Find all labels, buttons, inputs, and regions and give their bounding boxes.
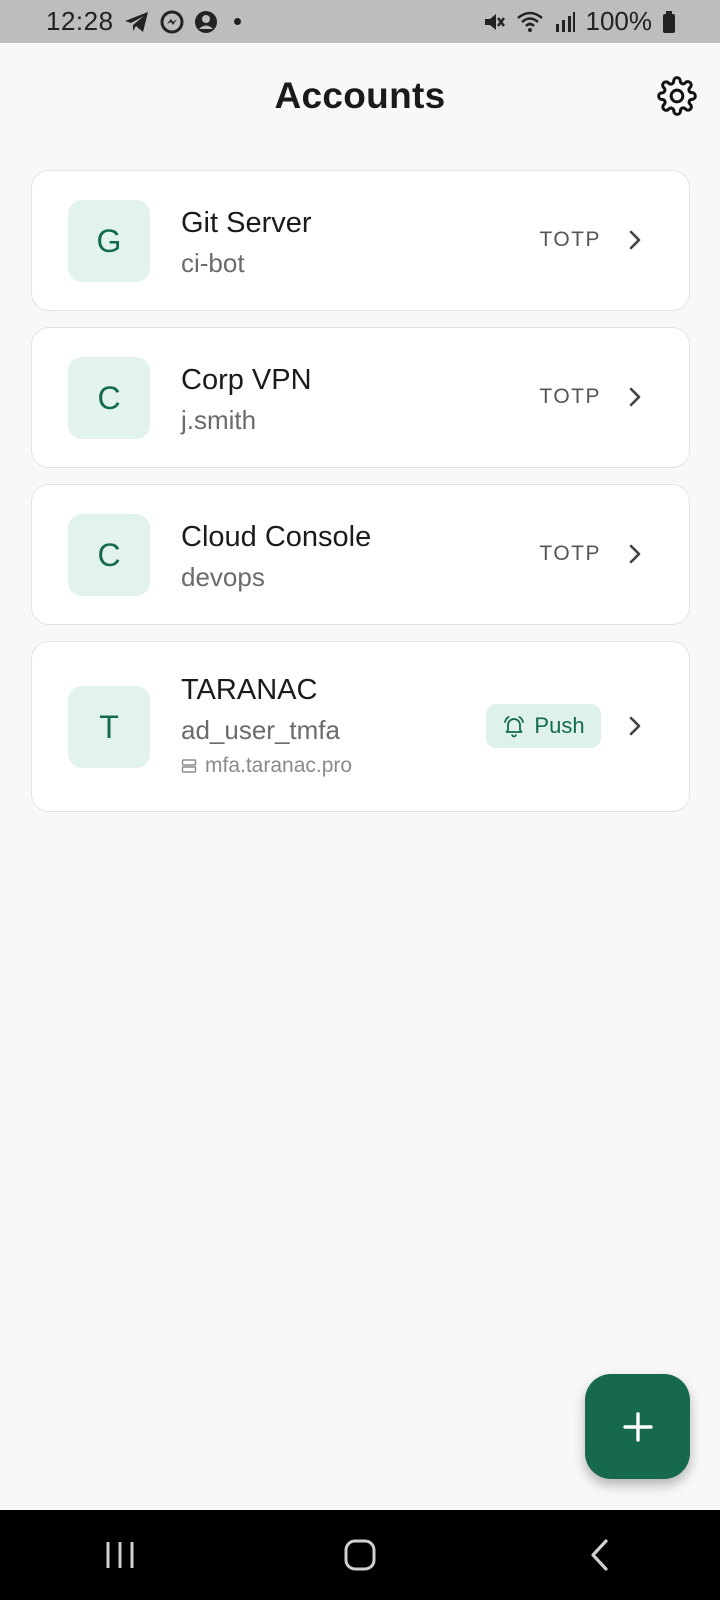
account-card-cloud-console[interactable]: C Cloud Console devops TOTP	[31, 484, 690, 625]
wifi-icon	[516, 10, 544, 34]
account-username: ci-bot	[181, 248, 245, 278]
account-avatar: C	[68, 357, 150, 439]
home-button[interactable]	[320, 1515, 400, 1595]
messenger-icon	[160, 10, 184, 34]
account-type-label: TOTP	[539, 228, 601, 251]
chevron-right-icon	[629, 230, 641, 250]
battery-icon	[662, 10, 676, 34]
back-icon	[591, 1539, 608, 1571]
account-username: ad_user_tmfa	[181, 715, 340, 745]
account-avatar: T	[68, 686, 150, 768]
account-text: Cloud Console devops	[181, 519, 371, 595]
account-type-label: Push	[534, 713, 585, 738]
back-button[interactable]	[560, 1515, 640, 1595]
account-card-taranac[interactable]: T TARANAC ad_user_tmfa mfa.taranac.pro P…	[31, 641, 690, 812]
status-bar-left: 12:28	[46, 6, 241, 37]
signal-icon	[554, 10, 576, 34]
push-badge: Push	[486, 704, 601, 748]
account-avatar: C	[68, 514, 150, 596]
home-icon	[344, 1539, 376, 1571]
account-text: TARANAC ad_user_tmfa mfa.taranac.pro	[181, 672, 352, 778]
chevron-right-icon	[629, 544, 641, 564]
mute-icon	[482, 10, 506, 34]
recents-button[interactable]	[80, 1515, 160, 1595]
account-name: Git Server	[181, 207, 312, 239]
account-avatar: G	[68, 200, 150, 282]
account-text: Git Server ci-bot	[181, 205, 312, 281]
account-card-corp-vpn[interactable]: C Corp VPN j.smith TOTP	[31, 327, 690, 468]
accounts-screen: 12:28 100% Accounts G Git Server ci-bot …	[0, 0, 720, 1600]
recents-icon	[106, 1542, 134, 1568]
gear-icon	[657, 76, 697, 116]
status-bar-right: 100%	[482, 6, 677, 37]
chevron-right-icon	[629, 387, 641, 407]
account-name: Cloud Console	[181, 521, 372, 553]
account-server-host: mfa.taranac.pro	[205, 754, 353, 777]
account-card-git-server[interactable]: G Git Server ci-bot TOTP	[31, 170, 690, 311]
account-type-label: TOTP	[539, 385, 601, 408]
account-name: Corp VPN	[181, 364, 312, 396]
app-header: Accounts	[0, 43, 720, 149]
account-type-label: TOTP	[539, 542, 601, 565]
account-username: devops	[181, 562, 265, 592]
account-list: G Git Server ci-bot TOTP C Corp VPN j.sm…	[31, 170, 690, 828]
page-title: Accounts	[274, 75, 446, 116]
status-bar: 12:28 100%	[0, 0, 720, 43]
plus-icon	[622, 1411, 653, 1442]
battery-percent: 100%	[585, 6, 653, 36]
system-nav-bar	[0, 1510, 720, 1600]
account-username: j.smith	[181, 405, 257, 435]
chevron-right-icon	[629, 716, 641, 736]
account-server: mfa.taranac.pro	[181, 754, 352, 778]
account-name: TARANAC	[181, 674, 318, 706]
server-icon	[181, 759, 197, 773]
bell-ring-icon	[504, 716, 525, 738]
telegram-icon	[124, 11, 150, 33]
status-time: 12:28	[46, 6, 114, 36]
settings-button[interactable]	[654, 73, 700, 119]
add-account-button[interactable]	[585, 1374, 690, 1479]
account-icon	[194, 10, 218, 34]
account-text: Corp VPN j.smith	[181, 362, 312, 438]
notification-dot-icon	[233, 18, 241, 25]
